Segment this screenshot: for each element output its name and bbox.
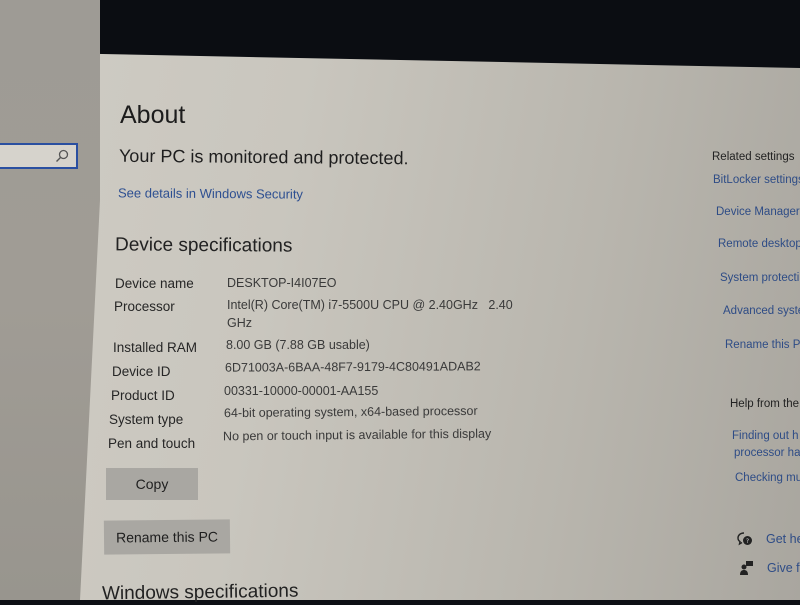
- related-link-system-protection[interactable]: System protecti: [720, 272, 799, 284]
- related-link-rename-pc[interactable]: Rename this P: [725, 339, 800, 351]
- spec-value: Intel(R) Core(TM) i7-5500U CPU @ 2.40GHz…: [227, 298, 513, 312]
- page-title: About: [120, 101, 186, 129]
- related-link-device-manager[interactable]: Device Manager: [716, 206, 800, 218]
- related-settings-heading: Related settings: [712, 151, 795, 163]
- spec-label: System type: [109, 412, 184, 427]
- related-link-advanced-system[interactable]: Advanced syste: [723, 305, 800, 317]
- windows-specs-heading: Windows specifications: [101, 580, 299, 605]
- security-status: Your PC is monitored and protected.: [118, 145, 409, 169]
- spec-label: Device name: [115, 276, 194, 291]
- device-specs-heading: Device specifications: [114, 234, 293, 257]
- related-link-bitlocker[interactable]: BitLocker settings: [713, 174, 800, 186]
- help-heading: Help from the: [730, 398, 800, 410]
- spec-value: 6D71003A-6BAA-48F7-9179-4C80491ADAB2: [224, 359, 481, 375]
- help-link-line[interactable]: processor ha: [734, 447, 800, 459]
- feedback-icon: [740, 561, 753, 575]
- get-help-label[interactable]: Get he: [766, 532, 800, 546]
- spec-label: Installed RAM: [113, 340, 198, 355]
- about-page: About Your PC is monitored and protected…: [0, 0, 800, 604]
- rename-pc-button[interactable]: Rename this PC: [103, 519, 231, 555]
- spec-label: Device ID: [112, 364, 171, 379]
- help-link-checking[interactable]: Checking mu: [735, 472, 800, 484]
- spec-label: Pen and touch: [108, 436, 196, 451]
- spec-value: No pen or touch input is available for t…: [222, 426, 492, 444]
- spec-value: DESKTOP-I4I07EO: [227, 276, 337, 290]
- copy-button[interactable]: Copy: [106, 468, 198, 500]
- spec-value: 00331-10000-00001-AA155: [224, 384, 379, 398]
- spec-label: Product ID: [111, 388, 175, 403]
- spec-value-continued: GHz: [227, 316, 252, 330]
- spec-value: 64-bit operating system, x64-based proce…: [223, 403, 478, 421]
- help-link-line[interactable]: Finding out h: [732, 430, 799, 442]
- spec-label: Processor: [114, 299, 175, 314]
- get-help-icon: ?: [737, 532, 752, 546]
- svg-text:?: ?: [746, 538, 749, 545]
- spec-value: 8.00 GB (7.88 GB usable): [226, 338, 370, 352]
- related-link-remote-desktop[interactable]: Remote desktop: [718, 238, 800, 250]
- windows-security-link[interactable]: See details in Windows Security: [118, 185, 303, 201]
- give-feedback-label[interactable]: Give fe: [767, 561, 800, 575]
